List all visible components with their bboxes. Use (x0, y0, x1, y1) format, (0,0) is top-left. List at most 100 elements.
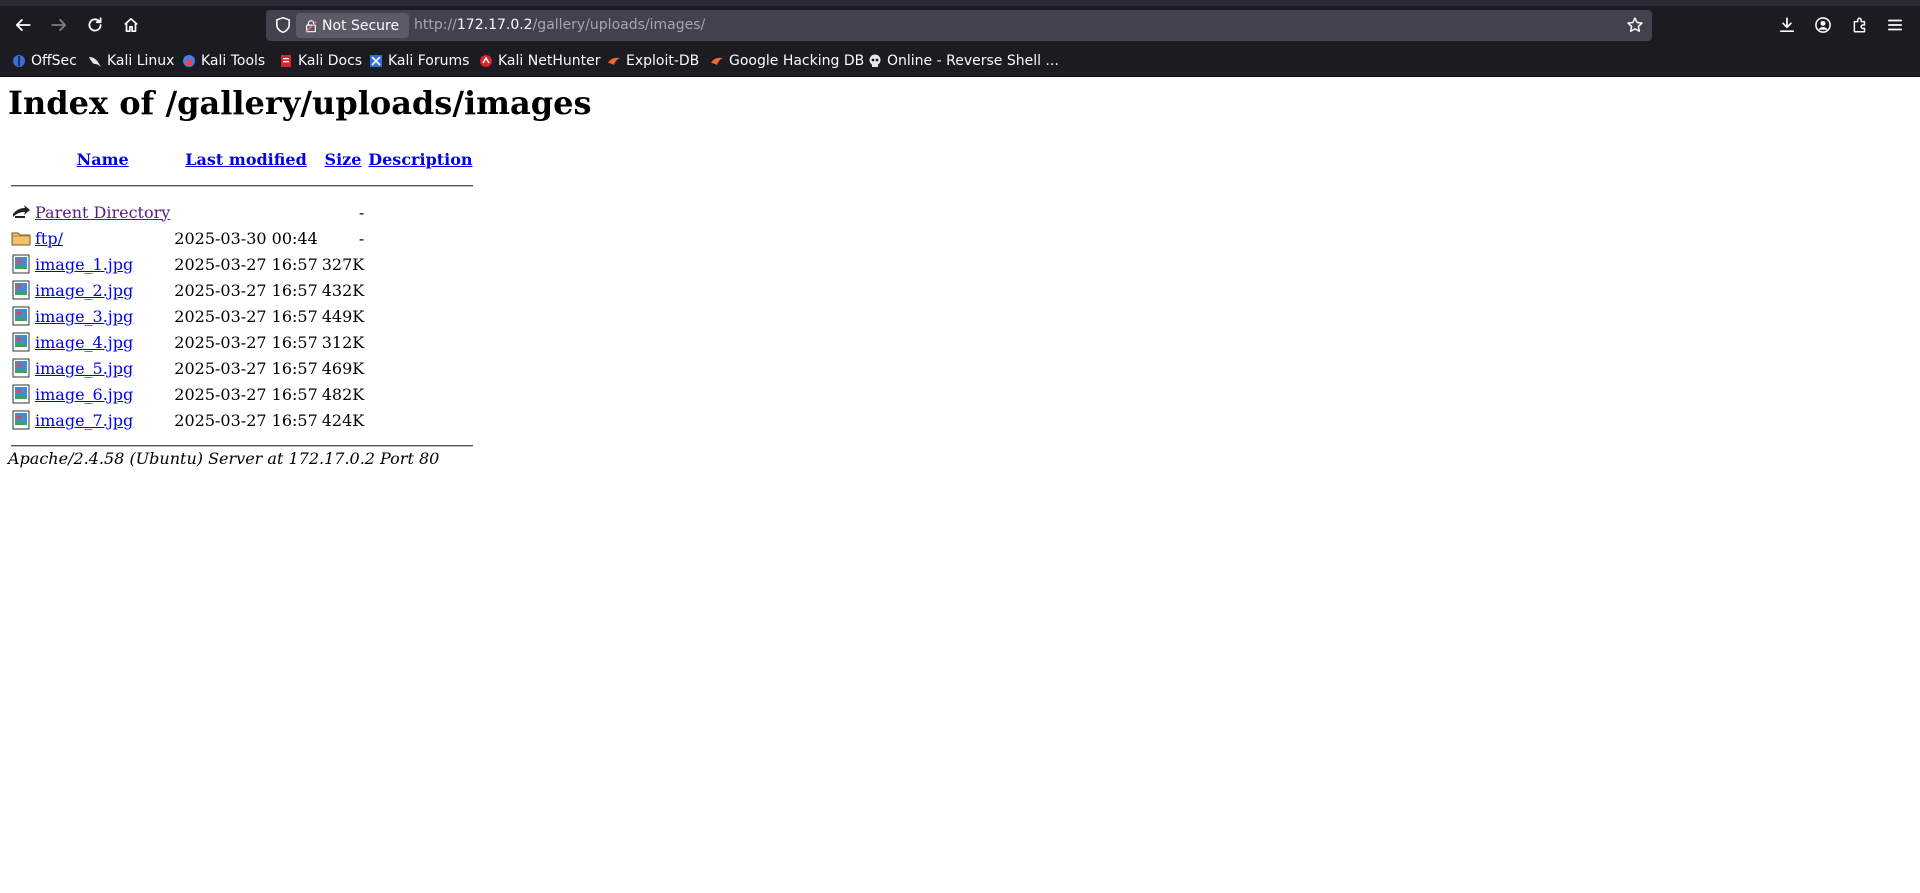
file-link[interactable]: image_2.jpg (35, 281, 133, 300)
reload-icon (88, 17, 102, 32)
row-name-cell[interactable]: ftp/ (34, 226, 171, 250)
puzzle-piece-icon (1853, 17, 1866, 33)
row-icon-cell (10, 278, 32, 302)
bookmark-offsec[interactable]: OffSec (12, 50, 77, 72)
row-icon-cell (10, 408, 32, 432)
row-modified-cell: 2025-03-27 16:57 (174, 358, 318, 378)
row-name-cell[interactable]: image_3.jpg (34, 304, 171, 328)
home-icon (124, 17, 138, 33)
row-icon-cell (10, 330, 32, 354)
reload-button[interactable] (80, 10, 110, 40)
tracking-protection-shield-icon[interactable] (274, 16, 292, 34)
row-icon-cell (10, 382, 32, 406)
file-link[interactable]: image_3.jpg (35, 307, 133, 326)
row-description-cell (367, 252, 473, 276)
hamburger-menu-icon (1887, 19, 1903, 31)
row-icon-cell (10, 200, 32, 224)
table-row: image_3.jpg 2025-03-27 16:57 449K (10, 304, 474, 328)
row-icon-cell (10, 304, 32, 328)
forward-button[interactable] (44, 10, 74, 40)
bookmark-kali-docs[interactable]: Kali Docs (279, 50, 362, 72)
bookmark-kali-forums[interactable]: Kali Forums (369, 50, 469, 72)
url-host: 172.17.0.2 (456, 17, 533, 33)
bookmark-google-hacking-db[interactable]: Google Hacking DB (710, 50, 864, 72)
bookmark-label: Exploit-DB (626, 53, 700, 69)
url-path: /gallery/uploads/images/ (532, 17, 706, 33)
table-row: image_1.jpg 2025-03-27 16:57 327K (10, 252, 474, 276)
file-link[interactable]: image_6.jpg (35, 385, 133, 404)
bookmark-kali-tools[interactable]: Kali Tools (182, 50, 265, 72)
image-file-icon (12, 332, 30, 352)
folder-icon (11, 232, 31, 246)
row-modified-cell: 2025-03-27 16:57 (174, 384, 318, 404)
image-file-icon (12, 280, 30, 300)
download-icon (1779, 17, 1795, 33)
page-title: Index of /gallery/uploads/images (8, 84, 592, 122)
bookmark-exploit-db[interactable]: Exploit-DB (607, 50, 699, 72)
back-button[interactable] (8, 10, 38, 40)
row-name-cell[interactable]: image_2.jpg (34, 278, 171, 302)
row-modified-cell: 2025-03-27 16:57 (174, 254, 318, 274)
app-menu-button[interactable] (1880, 10, 1910, 40)
parent-directory-link[interactable]: Parent Directory (35, 203, 170, 222)
row-name-cell[interactable]: image_6.jpg (34, 382, 171, 406)
not-secure-badge[interactable]: Not Secure (296, 13, 410, 38)
sort-by-description-link[interactable]: Description (368, 150, 472, 169)
horizontal-rule (11, 185, 473, 187)
row-description-cell (367, 278, 473, 302)
offsec-icon (13, 55, 25, 67)
row-description-cell (367, 200, 473, 224)
ghdb-icon (711, 57, 723, 65)
url-scheme: http:// (414, 17, 457, 33)
nethunter-icon (480, 55, 492, 67)
file-link[interactable]: image_5.jpg (35, 359, 133, 378)
row-name-cell[interactable]: image_1.jpg (34, 252, 171, 276)
row-size-cell: 482K (321, 384, 365, 404)
bookmark-label: Kali Docs (298, 53, 363, 69)
table-row: ftp/ 2025-03-30 00:44 - (10, 226, 474, 250)
sort-by-last-modified-link[interactable]: Last modified (185, 150, 306, 169)
row-size-cell: 432K (321, 280, 365, 300)
bookmark-reverse-shell[interactable]: Online - Reverse Shell ... (868, 50, 1059, 72)
sort-by-size-link[interactable]: Size (325, 150, 362, 169)
row-name-cell[interactable]: image_7.jpg (34, 408, 171, 432)
row-name-cell[interactable]: Parent Directory (34, 200, 171, 224)
column-header-description[interactable]: Description (367, 146, 473, 172)
row-name-cell[interactable]: image_5.jpg (34, 356, 171, 380)
extensions-button[interactable] (1845, 10, 1875, 40)
column-header-name[interactable]: Name (34, 146, 171, 172)
account-button[interactable] (1808, 10, 1838, 40)
file-link[interactable]: ftp/ (35, 229, 63, 248)
row-modified-cell: 2025-03-27 16:57 (174, 332, 318, 352)
server-signature: Apache/2.4.58 (Ubuntu) Server at 172.17.… (8, 449, 440, 468)
bookmark-kali-nethunter[interactable]: Kali NetHunter (479, 50, 600, 72)
column-header-last-modified[interactable]: Last modified (173, 146, 318, 172)
home-button[interactable] (116, 10, 146, 40)
table-row: image_2.jpg 2025-03-27 16:57 432K (10, 278, 474, 302)
file-link[interactable]: image_4.jpg (35, 333, 133, 352)
sort-by-name-link[interactable]: Name (77, 150, 129, 169)
file-link[interactable]: image_7.jpg (35, 411, 133, 430)
image-file-icon (12, 384, 30, 404)
security-label: Not Secure (322, 17, 400, 34)
row-size-cell: 312K (321, 332, 365, 352)
bookmark-label: Kali NetHunter (498, 53, 601, 69)
bookmark-label: Online - Reverse Shell ... (887, 53, 1059, 69)
url-text[interactable]: http://172.17.0.2/gallery/uploads/images… (414, 10, 705, 41)
header-separator-row (10, 174, 474, 198)
bookmark-star-icon[interactable] (1626, 16, 1644, 34)
row-modified-cell (173, 200, 318, 224)
row-name-cell[interactable]: image_4.jpg (34, 330, 171, 354)
table-row: image_7.jpg 2025-03-27 16:57 424K (10, 408, 474, 432)
row-modified-cell: 2025-03-27 16:57 (174, 410, 318, 430)
column-header-size[interactable]: Size (321, 146, 366, 172)
account-icon (1815, 17, 1831, 33)
bookmark-kali-linux[interactable]: Kali Linux (88, 50, 174, 72)
image-file-icon (12, 410, 30, 430)
url-bar[interactable]: Not Secure http://172.17.0.2/gallery/upl… (266, 10, 1652, 41)
table-header-row: Name Last modified Size Description (10, 146, 474, 172)
file-link[interactable]: image_1.jpg (35, 255, 133, 274)
row-icon-cell (10, 252, 32, 276)
downloads-button[interactable] (1772, 10, 1802, 40)
image-file-icon (12, 306, 30, 326)
